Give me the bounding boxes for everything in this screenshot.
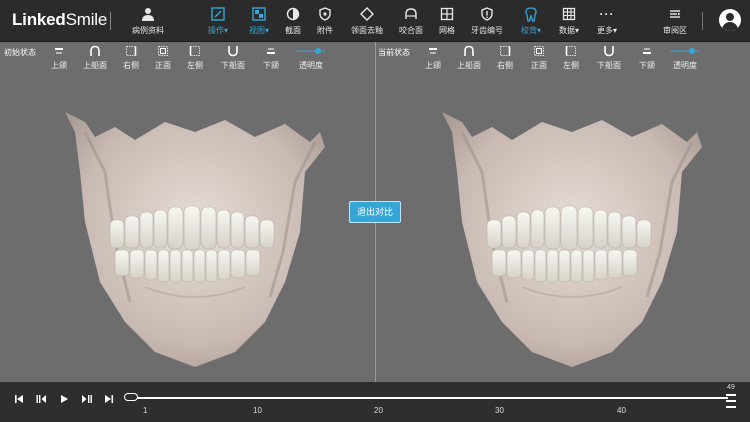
person-icon bbox=[128, 4, 168, 24]
diamond-icon bbox=[348, 4, 386, 24]
tooth-number-icon bbox=[468, 4, 506, 24]
more-menu-button[interactable]: ··· 更多▾ bbox=[592, 4, 622, 38]
operation-icon bbox=[202, 4, 234, 24]
initial-state-viewport[interactable]: 初始状态 上颌 上船面 右侧 正面 左侧 下船面 下颌 透明度 bbox=[0, 42, 375, 382]
view-left-side-button[interactable]: 左侧 bbox=[556, 45, 586, 71]
left-side-icon bbox=[180, 45, 210, 59]
half-circle-icon bbox=[280, 4, 306, 24]
grid-button[interactable]: 网格 bbox=[434, 4, 460, 38]
view-upper-occlusal-button[interactable]: 上船面 bbox=[454, 45, 484, 71]
left-side-icon bbox=[556, 45, 586, 59]
previous-step-button[interactable] bbox=[34, 392, 48, 406]
current-state-viewport[interactable]: 当前状态 上颌 上船面 右侧 正面 左侧 下船面 下颌 透明度 bbox=[376, 42, 750, 382]
bite-icon bbox=[396, 4, 426, 24]
play-button[interactable] bbox=[57, 392, 71, 406]
tick-label: 20 bbox=[374, 406, 383, 415]
logo-divider bbox=[110, 12, 111, 30]
tooth-number-button[interactable]: 牙齿编号 bbox=[468, 4, 506, 38]
current-jaw-model[interactable] bbox=[432, 112, 712, 382]
step-back-icon bbox=[36, 395, 46, 403]
right-side-icon bbox=[116, 45, 146, 59]
skip-first-icon bbox=[15, 395, 23, 403]
lower-jaw-icon bbox=[256, 45, 286, 59]
attachment-button[interactable]: 附件 bbox=[312, 4, 338, 38]
table-icon bbox=[554, 4, 584, 24]
upper-jaw-icon bbox=[44, 45, 74, 59]
tooth-icon bbox=[516, 4, 546, 24]
transparency-slider-icon bbox=[668, 45, 702, 59]
upper-occlusal-icon bbox=[454, 45, 484, 59]
view-upper-occlusal-button[interactable]: 上船面 bbox=[80, 45, 110, 71]
lower-teeth bbox=[114, 249, 261, 283]
skip-last-icon bbox=[105, 395, 114, 403]
view-upper-jaw-button[interactable]: 上颌 bbox=[44, 45, 74, 71]
grid-icon bbox=[434, 4, 460, 24]
section-button[interactable]: 截面 bbox=[280, 4, 306, 38]
step-forward-icon bbox=[82, 395, 92, 403]
exit-compare-button[interactable]: 退出对比 bbox=[349, 201, 401, 223]
view-front-button[interactable]: 正面 bbox=[524, 45, 554, 71]
view-lower-occlusal-button[interactable]: 下船面 bbox=[218, 45, 248, 71]
lower-jaw-icon bbox=[632, 45, 662, 59]
tooth-menu-button[interactable]: 校背▾ bbox=[516, 4, 546, 38]
tick-label: 1 bbox=[143, 406, 148, 415]
view-lower-jaw-button[interactable]: 下颌 bbox=[256, 45, 286, 71]
review-area-button[interactable]: 审阅区 bbox=[660, 4, 690, 38]
user-avatar[interactable] bbox=[719, 9, 741, 31]
lower-teeth bbox=[491, 249, 638, 283]
view-menu-button[interactable]: 视图▾ bbox=[244, 4, 274, 38]
play-icon bbox=[61, 395, 68, 403]
upper-occlusal-icon bbox=[80, 45, 110, 59]
shield-icon bbox=[312, 4, 338, 24]
lower-occlusal-icon bbox=[218, 45, 248, 59]
enamel-removal-button[interactable]: 领面去釉 bbox=[348, 4, 386, 38]
tick-label: 40 bbox=[617, 406, 626, 415]
view-upper-jaw-button[interactable]: 上颌 bbox=[418, 45, 448, 71]
upper-jaw-icon bbox=[418, 45, 448, 59]
app-logo: LinkedSmile bbox=[12, 10, 108, 29]
transparency-slider[interactable]: 透明度 bbox=[668, 45, 702, 71]
transparency-slider[interactable]: 透明度 bbox=[294, 45, 328, 71]
right-side-icon bbox=[490, 45, 520, 59]
slider-track bbox=[128, 397, 728, 399]
current-state-label: 当前状态 bbox=[378, 48, 410, 57]
initial-jaw-model[interactable] bbox=[55, 112, 335, 382]
step-slider[interactable] bbox=[124, 393, 728, 403]
view-lower-jaw-button[interactable]: 下颌 bbox=[632, 45, 662, 71]
step-timeline: 1 10 20 30 40 49 bbox=[0, 382, 750, 422]
top-toolbar: LinkedSmile 病例资料 操作▾ 视图▾ 截面 附件 领面去釉 咬合面 … bbox=[0, 0, 750, 42]
view-front-button[interactable]: 正面 bbox=[148, 45, 178, 71]
tick-label: 30 bbox=[495, 406, 504, 415]
toolbar-divider bbox=[702, 12, 703, 30]
first-step-button[interactable] bbox=[12, 392, 26, 406]
tick-label: 10 bbox=[253, 406, 262, 415]
last-step-button[interactable] bbox=[102, 392, 116, 406]
view-lower-occlusal-button[interactable]: 下船面 bbox=[594, 45, 624, 71]
view-right-side-button[interactable]: 右侧 bbox=[116, 45, 146, 71]
occlusal-surface-button[interactable]: 咬合面 bbox=[396, 4, 426, 38]
front-view-icon bbox=[524, 45, 554, 59]
transparency-slider-icon bbox=[294, 45, 328, 59]
next-step-button[interactable] bbox=[80, 392, 94, 406]
max-step-marker: 49 bbox=[726, 382, 736, 422]
more-icon: ··· bbox=[599, 7, 615, 21]
view-right-side-button[interactable]: 右侧 bbox=[490, 45, 520, 71]
data-menu-button[interactable]: 数据▾ bbox=[554, 4, 584, 38]
view-grid-icon bbox=[244, 4, 274, 24]
front-view-icon bbox=[148, 45, 178, 59]
operation-menu-button[interactable]: 操作▾ bbox=[202, 4, 234, 38]
initial-state-label: 初始状态 bbox=[4, 48, 36, 57]
view-left-side-button[interactable]: 左侧 bbox=[180, 45, 210, 71]
lower-occlusal-icon bbox=[594, 45, 624, 59]
slider-thumb[interactable] bbox=[124, 393, 138, 401]
case-info-button[interactable]: 病例资料 bbox=[128, 4, 168, 38]
review-icon bbox=[660, 4, 690, 24]
